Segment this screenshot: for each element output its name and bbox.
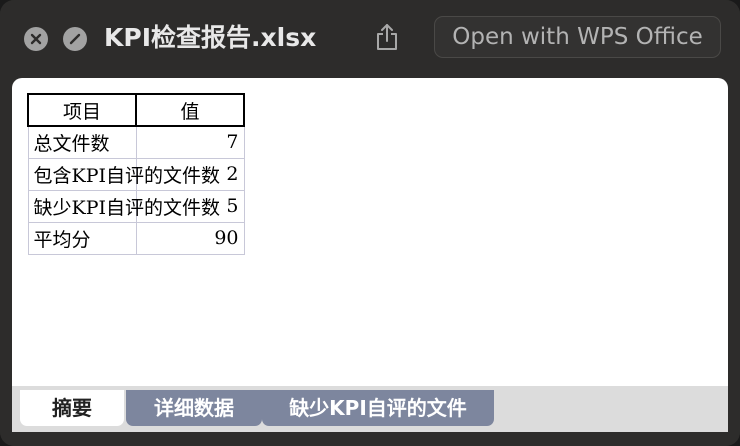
close-icon	[30, 33, 42, 45]
cell-value[interactable]: 90	[135, 221, 245, 255]
column-header-item: 项目	[27, 93, 137, 127]
slash-icon	[69, 33, 81, 45]
open-with-wps-button[interactable]: Open with WPS Office	[434, 16, 721, 58]
summary-table: 项目 值 总文件数 7 包含KPI自评的文件数 2 缺少KPI自评的文件数 5 …	[27, 93, 245, 255]
cell-label[interactable]: 包含KPI自评的文件数	[27, 157, 220, 191]
table-row: 包含KPI自评的文件数 2	[27, 157, 245, 191]
title-bar: KPI检查报告.xlsx Open with WPS Office	[0, 0, 740, 78]
tab-detail-data[interactable]: 详细数据	[126, 390, 262, 426]
table-row: 平均分 90	[27, 221, 245, 255]
window-bottom-edge	[0, 432, 740, 446]
table-row: 总文件数 7	[27, 125, 245, 159]
sheet-tab-bar: 摘要 详细数据 缺少KPI自评的文件	[12, 386, 728, 432]
cell-label[interactable]: 总文件数	[27, 125, 137, 159]
cell-value[interactable]: 7	[135, 125, 245, 159]
table-row: 缺少KPI自评的文件数 5	[27, 189, 245, 223]
tab-summary[interactable]: 摘要	[20, 390, 124, 426]
tab-missing-kpi-files[interactable]: 缺少KPI自评的文件	[262, 390, 494, 426]
share-icon	[377, 24, 397, 50]
column-header-value: 值	[135, 93, 245, 127]
cell-label[interactable]: 平均分	[27, 221, 137, 255]
spreadsheet-view: 项目 值 总文件数 7 包含KPI自评的文件数 2 缺少KPI自评的文件数 5 …	[12, 78, 728, 388]
window-title: KPI检查报告.xlsx	[104, 23, 317, 52]
table-header-row: 项目 值	[27, 93, 245, 127]
close-button[interactable]	[24, 27, 48, 51]
share-button[interactable]	[373, 22, 401, 52]
fullscreen-button[interactable]	[63, 27, 87, 51]
quicklook-window: KPI检查报告.xlsx Open with WPS Office 项目 值 总…	[0, 0, 740, 446]
cell-label[interactable]: 缺少KPI自评的文件数	[27, 189, 220, 223]
